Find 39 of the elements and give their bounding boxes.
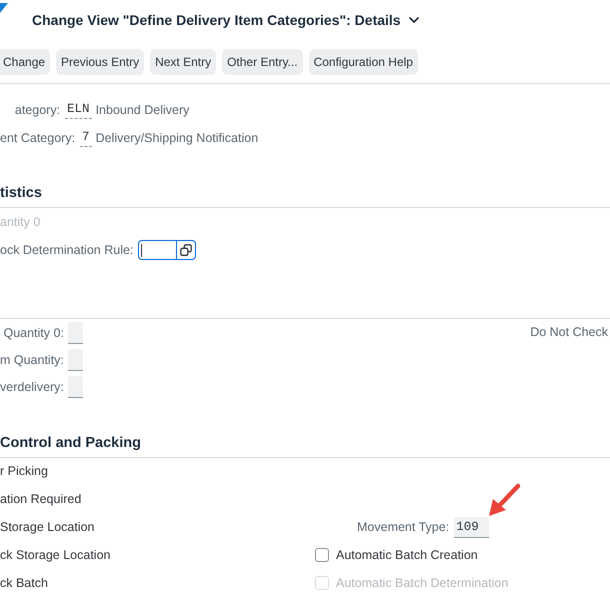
input-field[interactable]: 109 — [454, 516, 489, 538]
checkbox-label: Automatic Batch Determination — [336, 576, 508, 590]
value-field[interactable]: 7 — [80, 130, 92, 146]
value-field[interactable]: ELN — [65, 102, 92, 118]
window-title: Change View "Define Delivery Item Categories": Details — [32, 12, 401, 28]
option-label: r Picking — [0, 464, 48, 478]
text-cursor-icon — [141, 244, 142, 256]
input-field[interactable] — [138, 240, 196, 260]
field-label: Movement Type: — [357, 520, 450, 534]
toolbar-button[interactable]: Next Entry — [150, 49, 216, 75]
logo-icon — [0, 3, 8, 13]
field-label: ock Determination Rule: — [0, 243, 134, 257]
option-label: ation Required — [0, 492, 82, 506]
toolbar-button[interactable]: Configuration Help — [308, 49, 418, 75]
toolbar-button[interactable]: Previous Entry — [56, 49, 144, 75]
field-description: Delivery/Shipping Notification — [96, 131, 258, 145]
field-label: Quantity 0: — [2, 326, 64, 340]
overlapping-squares-icon[interactable] — [180, 244, 192, 256]
chevron-down-icon[interactable] — [408, 17, 419, 23]
field-description: Inbound Delivery — [96, 103, 190, 117]
checkbox-label: Automatic Batch Creation — [336, 548, 478, 562]
option-label: ck Batch — [0, 576, 48, 590]
toolbar-button[interactable]: Change — [0, 49, 50, 75]
section-title: tistics — [0, 185, 42, 201]
input-field[interactable] — [68, 322, 83, 344]
field-label: Do Not Check — [530, 324, 608, 341]
field-label: ent Category: — [0, 131, 76, 145]
option-label: ck Storage Location — [0, 548, 110, 562]
input-field[interactable] — [68, 348, 83, 370]
input-field[interactable] — [68, 376, 83, 398]
field-label: m Quantity: — [0, 352, 64, 366]
annotation-arrow — [486, 483, 522, 519]
field-label: ategory: — [14, 103, 60, 117]
field-label: antity 0 — [0, 215, 40, 229]
field-label: verdelivery: — [0, 380, 64, 394]
checkbox[interactable] — [315, 548, 329, 562]
section-title: Control and Packing — [0, 435, 141, 451]
option-label: Storage Location — [0, 520, 95, 534]
toolbar-button[interactable]: Other Entry... — [222, 49, 303, 75]
